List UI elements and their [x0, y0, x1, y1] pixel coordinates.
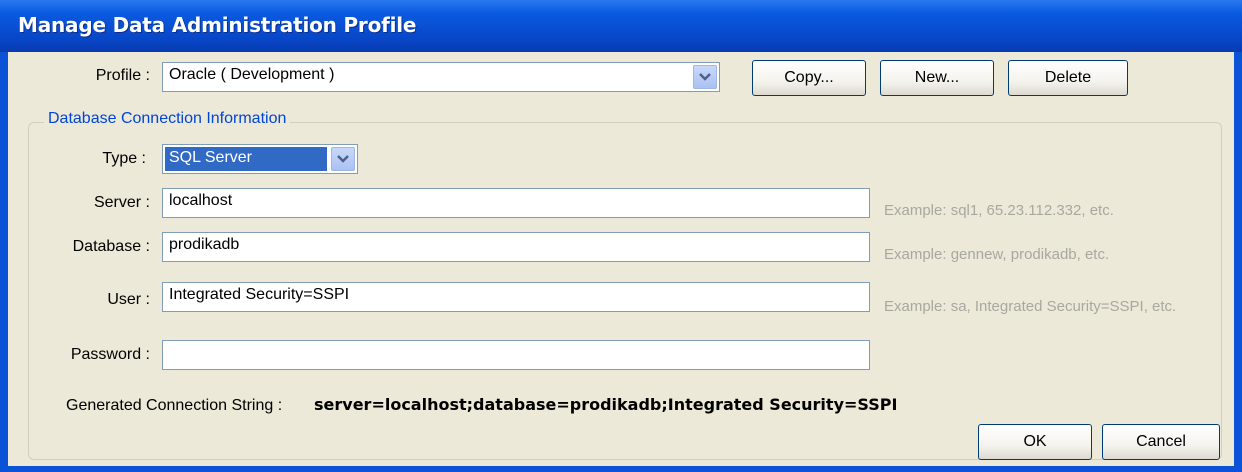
user-hint: Example: sa, Integrated Security=SSPI, e… [884, 298, 1177, 315]
user-label: User : [107, 291, 150, 308]
ok-button[interactable]: OK [978, 424, 1092, 460]
delete-button[interactable]: Delete [1008, 60, 1128, 96]
user-input[interactable]: Integrated Security=SSPI [162, 282, 870, 312]
server-input-value: localhost [169, 192, 233, 209]
profile-select-value: Oracle ( Development ) [169, 66, 335, 83]
database-label: Database : [72, 238, 150, 255]
server-hint: Example: sql1, 65.23.112.332, etc. [884, 202, 1114, 219]
window-title: Manage Data Administration Profile [18, 13, 417, 37]
cancel-button[interactable]: Cancel [1102, 424, 1220, 460]
password-label: Password : [70, 346, 150, 363]
new-button[interactable]: New... [880, 60, 994, 96]
database-input[interactable]: prodikadb [162, 232, 870, 262]
copy-button[interactable]: Copy... [752, 60, 866, 96]
connection-string-value: server=localhost;database=prodikadb;Inte… [314, 395, 898, 414]
chevron-down-icon [337, 155, 349, 163]
connection-group-legend: Database Connection Information [44, 110, 291, 128]
title-bar[interactable]: Manage Data Administration Profile [0, 0, 1242, 52]
type-dropdown-button[interactable] [331, 147, 355, 171]
type-select-value: SQL Server [165, 147, 327, 171]
user-input-value: Integrated Security=SSPI [169, 286, 350, 303]
profile-dropdown-button[interactable] [693, 65, 717, 89]
chevron-down-icon [699, 73, 711, 81]
profile-label: Profile : [95, 67, 150, 84]
type-select[interactable]: SQL Server [162, 144, 358, 174]
connection-string-label: Generated Connection String : [66, 397, 283, 414]
password-input[interactable] [162, 340, 870, 370]
profile-select[interactable]: Oracle ( Development ) [162, 62, 720, 92]
type-label: Type : [102, 150, 146, 167]
dialog-window: Manage Data Administration Profile Profi… [0, 0, 1242, 472]
database-hint: Example: gennew, prodikadb, etc. [884, 246, 1110, 263]
server-label: Server : [93, 194, 150, 211]
database-input-value: prodikadb [169, 236, 240, 253]
dialog-content: Profile : Oracle ( Development ) Copy...… [0, 52, 1242, 466]
server-input[interactable]: localhost [162, 188, 870, 218]
